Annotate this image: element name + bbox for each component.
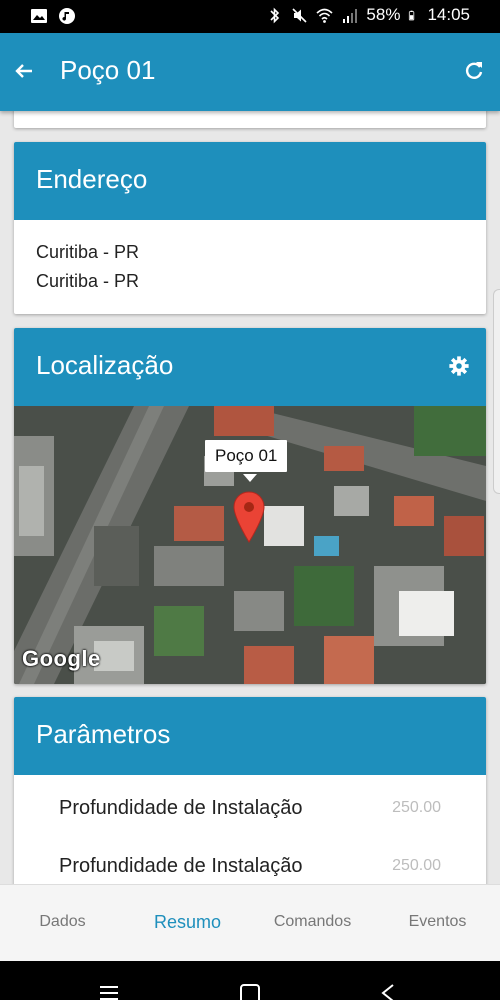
parameter-row: Profundidade de Instalação 250.00 bbox=[14, 833, 486, 884]
bottom-navigation: Dados Resumo Comandos Eventos bbox=[0, 884, 500, 961]
recent-apps-icon[interactable] bbox=[97, 981, 121, 1000]
address-lines: Curitiba - PR Curitiba - PR bbox=[14, 220, 486, 314]
battery-icon bbox=[409, 10, 415, 20]
parameters-card: Parâmetros Profundidade de Instalação 25… bbox=[14, 697, 486, 884]
location-card-header: Localização bbox=[14, 328, 486, 406]
address-line: Curitiba - PR bbox=[36, 271, 140, 291]
parameter-value: 250.00 bbox=[392, 799, 441, 816]
gear-icon[interactable] bbox=[448, 355, 470, 377]
tab-eventos[interactable]: Eventos bbox=[375, 885, 500, 961]
scroll-content[interactable]: Endereço Curitiba - PR Curitiba - PR Loc… bbox=[0, 111, 500, 884]
bluetooth-icon bbox=[270, 7, 280, 23]
system-nav-bar bbox=[0, 961, 500, 1000]
info-window-arrow bbox=[243, 474, 257, 482]
parameter-label: Profundidade de Instalação bbox=[59, 797, 303, 819]
status-bar: 58% 14:05 bbox=[0, 0, 500, 33]
parameters-header-title: Parâmetros bbox=[36, 719, 171, 749]
page-title: Poço 01 bbox=[60, 55, 156, 85]
arrow-back-icon[interactable] bbox=[10, 57, 38, 85]
address-card: Endereço Curitiba - PR Curitiba - PR bbox=[14, 142, 486, 314]
battery-percent: 58% bbox=[366, 5, 401, 24]
previous-card-bottom bbox=[14, 111, 486, 128]
parameter-label: Profundidade de Instalação bbox=[59, 855, 303, 877]
app-bar: Poço 01 bbox=[0, 33, 500, 111]
address-card-header: Endereço bbox=[14, 142, 486, 220]
image-icon bbox=[31, 9, 47, 23]
location-card: Localização Poço 01 Google bbox=[14, 328, 486, 684]
google-logo: Google bbox=[22, 646, 101, 671]
tab-comandos[interactable]: Comandos bbox=[250, 885, 375, 961]
clock: 14:05 bbox=[427, 5, 470, 24]
parameters-card-header: Parâmetros bbox=[14, 697, 486, 775]
edge-panel-handle[interactable] bbox=[493, 289, 500, 494]
marker-info-window[interactable]: Poço 01 bbox=[205, 440, 288, 472]
wifi-icon bbox=[316, 8, 333, 23]
address-line: Curitiba - PR bbox=[36, 242, 140, 262]
home-icon[interactable] bbox=[238, 981, 262, 1000]
status-right: 58% 14:05 bbox=[266, 5, 470, 25]
status-left bbox=[30, 7, 76, 25]
map-marker-icon[interactable] bbox=[232, 490, 266, 544]
location-header-title: Localização bbox=[36, 350, 174, 380]
parameter-value: 250.00 bbox=[392, 857, 441, 874]
mute-icon bbox=[292, 7, 307, 23]
music-icon bbox=[59, 8, 75, 24]
signal-icon bbox=[343, 8, 358, 23]
refresh-icon[interactable] bbox=[462, 59, 486, 83]
map-view[interactable]: Poço 01 Google bbox=[14, 406, 486, 684]
back-nav-icon[interactable] bbox=[377, 981, 401, 1000]
address-header-title: Endereço bbox=[36, 164, 148, 194]
tab-resumo[interactable]: Resumo bbox=[125, 885, 250, 961]
parameter-row: Profundidade de Instalação 250.00 bbox=[14, 775, 486, 833]
tab-dados[interactable]: Dados bbox=[0, 885, 125, 961]
